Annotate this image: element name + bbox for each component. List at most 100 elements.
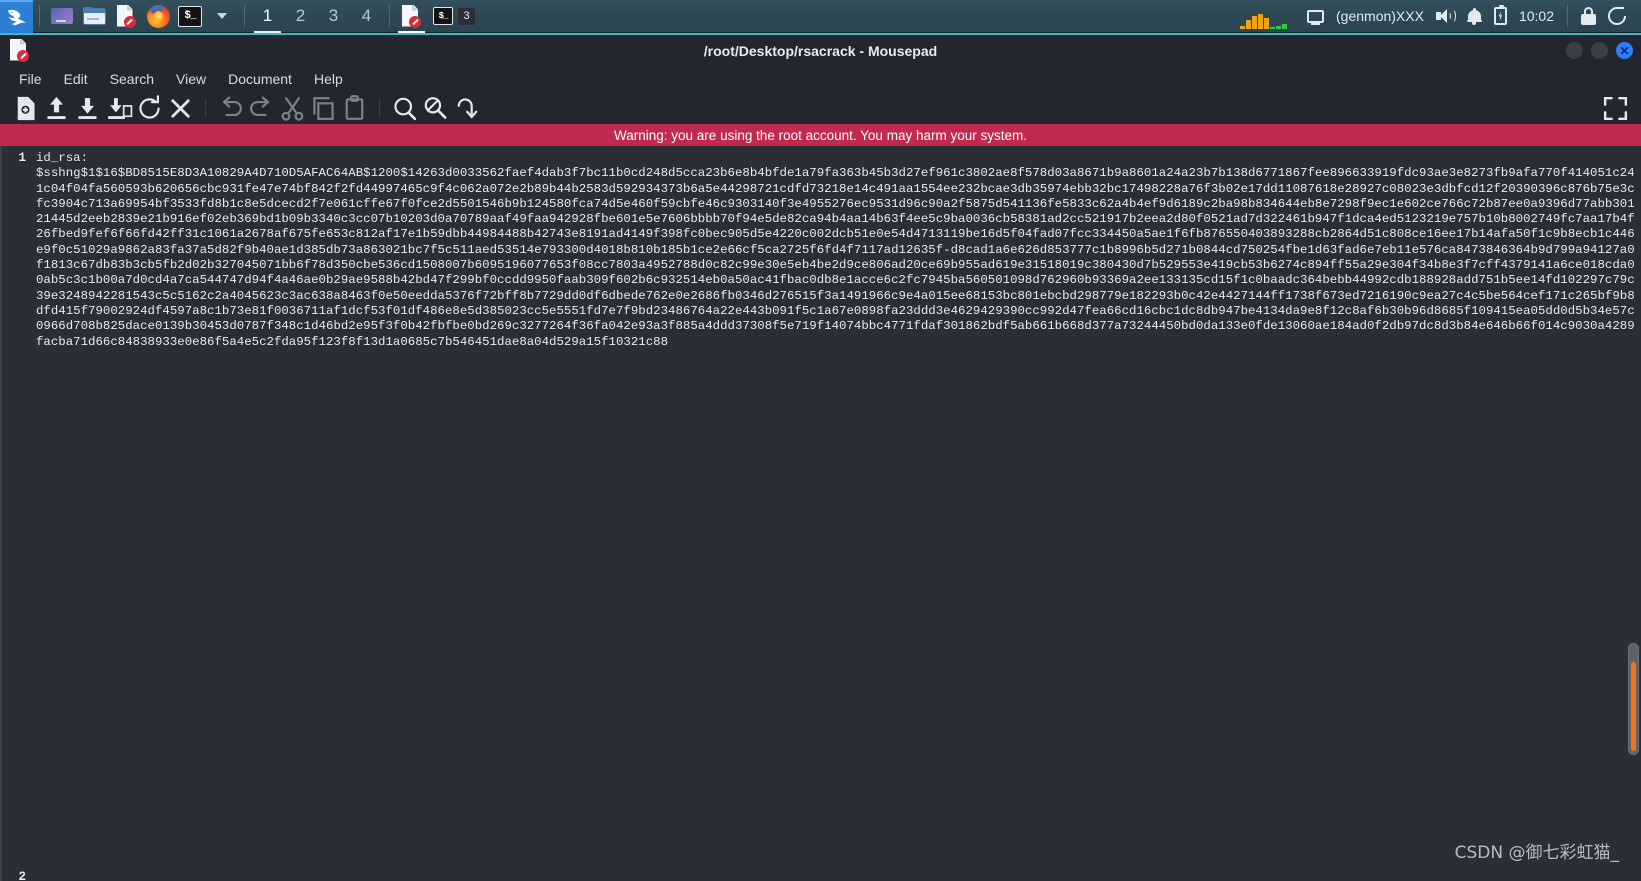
watermark-text: CSDN @御七彩虹猫_ bbox=[1454, 843, 1619, 863]
launcher-chevron-button[interactable] bbox=[206, 2, 238, 30]
redo-button[interactable] bbox=[246, 95, 277, 121]
new-file-icon bbox=[17, 96, 35, 120]
cpu-graph-bar bbox=[1264, 17, 1270, 29]
find-icon bbox=[394, 97, 417, 120]
text-editor-content[interactable]: id_rsa: $sshng$1$16$BD8515E8D3A10829A4D7… bbox=[30, 146, 1641, 881]
document-edit-icon bbox=[10, 38, 29, 62]
toolbar bbox=[0, 92, 1641, 124]
minimize-button[interactable] bbox=[1566, 42, 1583, 59]
new-file-button[interactable] bbox=[10, 95, 41, 121]
window-icon bbox=[10, 38, 32, 63]
window-controls: ✕ bbox=[1566, 42, 1633, 59]
speaker-icon bbox=[1435, 8, 1456, 24]
workspace-3[interactable]: 3 bbox=[317, 0, 350, 33]
close-document-button[interactable] bbox=[165, 95, 196, 121]
display-icon bbox=[1307, 9, 1325, 25]
cpu-graph-bar bbox=[1270, 26, 1276, 29]
tray-notifications-button[interactable] bbox=[1462, 0, 1487, 33]
toolbar-divider-1 bbox=[205, 99, 206, 117]
fullscreen-icon bbox=[1603, 96, 1628, 120]
go-to-line-icon bbox=[457, 97, 478, 119]
window-count-badge: 3 bbox=[458, 7, 475, 25]
cpu-graph-bar bbox=[1282, 24, 1288, 29]
cut-button[interactable] bbox=[277, 95, 308, 121]
document-edit-icon bbox=[402, 4, 421, 28]
chevron-down-icon bbox=[217, 13, 227, 19]
terminal-icon: $_ bbox=[433, 7, 453, 25]
taskbar-divider-1 bbox=[39, 5, 40, 27]
battery-icon bbox=[1493, 5, 1507, 25]
cpu-graph-bar bbox=[1240, 26, 1246, 29]
system-tray: (genmon)XXX 10:02 bbox=[1240, 0, 1641, 33]
folder-icon bbox=[82, 7, 106, 25]
genmon-label: (genmon)XXX bbox=[1336, 8, 1424, 24]
bell-icon bbox=[1466, 7, 1482, 25]
lock-icon bbox=[1581, 7, 1596, 25]
terminal-icon: $_ bbox=[178, 5, 202, 27]
tray-volume-button[interactable] bbox=[1431, 0, 1460, 33]
launcher-web-browser[interactable] bbox=[142, 2, 174, 30]
find-button[interactable] bbox=[389, 95, 420, 121]
open-file-icon bbox=[47, 96, 66, 119]
workspace-4[interactable]: 4 bbox=[350, 0, 383, 33]
fullscreen-button[interactable] bbox=[1600, 95, 1631, 121]
copy-button[interactable] bbox=[308, 95, 339, 121]
save-file-icon bbox=[78, 97, 97, 119]
menubar: File Edit Search View Document Help bbox=[0, 66, 1641, 92]
workspace-1[interactable]: 1 bbox=[251, 0, 284, 33]
document-edit-icon bbox=[116, 4, 136, 28]
clock[interactable]: 10:02 bbox=[1514, 0, 1559, 33]
undo-icon bbox=[222, 95, 242, 116]
tray-lock-button[interactable] bbox=[1576, 0, 1601, 33]
close-document-icon bbox=[171, 98, 190, 118]
cpu-graph-widget[interactable] bbox=[1240, 3, 1292, 29]
line-number-gutter: 1 2 bbox=[2, 146, 30, 881]
tray-power-button[interactable] bbox=[1603, 0, 1631, 33]
menu-edit[interactable]: Edit bbox=[53, 68, 99, 90]
taskbar-divider-2 bbox=[244, 5, 245, 27]
open-file-button[interactable] bbox=[41, 95, 72, 121]
kali-dragon-icon bbox=[7, 9, 26, 25]
vertical-scrollbar[interactable] bbox=[1628, 146, 1639, 881]
paste-button[interactable] bbox=[339, 94, 370, 121]
window-title: /root/Desktop/rsacrack - Mousepad bbox=[703, 42, 938, 59]
menu-view[interactable]: View bbox=[165, 68, 217, 90]
launcher-file-manager[interactable] bbox=[78, 2, 110, 30]
mousepad-window: /root/Desktop/rsacrack - Mousepad ✕ File… bbox=[0, 33, 1641, 881]
find-replace-button[interactable] bbox=[420, 95, 451, 121]
reload-icon bbox=[139, 94, 160, 119]
launcher-terminal-emulator[interactable] bbox=[46, 2, 78, 30]
scrollbar-thumb[interactable] bbox=[1628, 643, 1639, 755]
cut-icon bbox=[281, 96, 304, 121]
tray-battery-button[interactable] bbox=[1489, 0, 1512, 33]
window-button-terminal[interactable]: $_ 3 bbox=[427, 3, 481, 30]
go-to-line-button[interactable] bbox=[451, 95, 482, 121]
line-number: 1 bbox=[18, 151, 26, 165]
copy-icon bbox=[313, 96, 334, 120]
save-as-button[interactable] bbox=[103, 95, 134, 121]
undo-button[interactable] bbox=[215, 95, 246, 121]
window-titlebar[interactable]: /root/Desktop/rsacrack - Mousepad ✕ bbox=[0, 35, 1641, 66]
launcher-text-editor[interactable] bbox=[110, 2, 142, 30]
menu-document[interactable]: Document bbox=[217, 68, 303, 90]
launcher-terminal[interactable]: $_ bbox=[174, 2, 206, 30]
kali-menu-button[interactable] bbox=[0, 0, 33, 33]
menu-search[interactable]: Search bbox=[99, 68, 165, 90]
menu-file[interactable]: File bbox=[8, 68, 53, 90]
maximize-button[interactable] bbox=[1591, 42, 1608, 59]
window-button-mousepad[interactable] bbox=[396, 3, 427, 33]
close-button[interactable]: ✕ bbox=[1616, 42, 1633, 59]
workspace-2[interactable]: 2 bbox=[284, 0, 317, 33]
reload-button[interactable] bbox=[134, 94, 165, 121]
tray-display-button[interactable] bbox=[1302, 0, 1329, 33]
editor-area[interactable]: 1 2 id_rsa: $sshng$1$16$BD8515E8D3A10829… bbox=[0, 146, 1641, 881]
cpu-graph-bar bbox=[1246, 20, 1252, 29]
root-account-warning-banner: Warning: you are using the root account.… bbox=[0, 124, 1641, 146]
paste-icon bbox=[345, 94, 364, 120]
menu-help[interactable]: Help bbox=[303, 68, 354, 90]
power-icon bbox=[1608, 7, 1626, 25]
save-file-button[interactable] bbox=[72, 95, 103, 121]
save-as-icon bbox=[108, 97, 133, 119]
toolbar-divider-2 bbox=[379, 99, 380, 117]
cpu-graph-bar bbox=[1276, 26, 1282, 29]
